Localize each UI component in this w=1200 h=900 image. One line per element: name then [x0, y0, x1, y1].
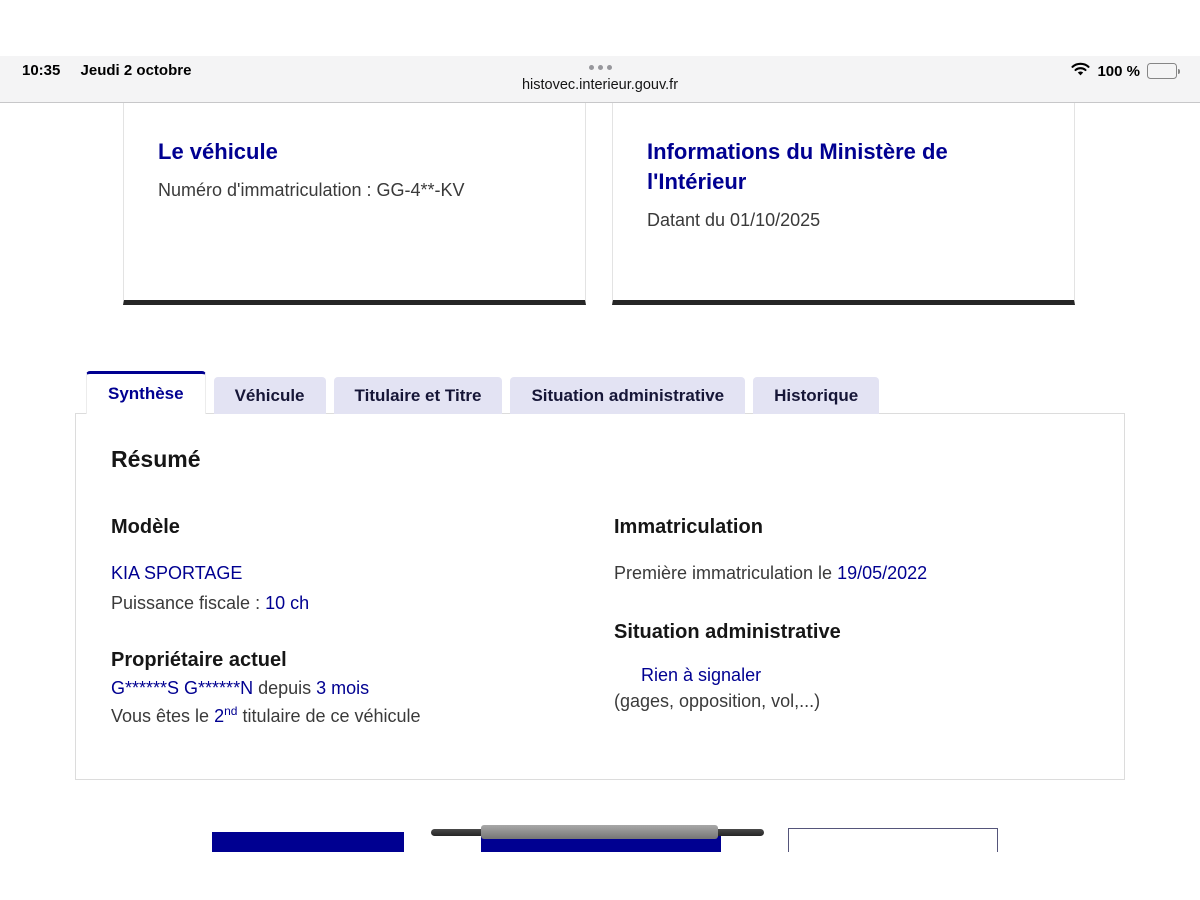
dot: [589, 65, 594, 70]
fiscal-power-value: 10 ch: [265, 593, 309, 613]
tab-titulaire-et-titre[interactable]: Titulaire et Titre: [334, 377, 503, 414]
fiscal-power-line: Puissance fiscale : 10 ch: [111, 593, 309, 614]
admin-status-note: (gages, opposition, vol,...): [614, 691, 820, 712]
battery-icon: [1147, 63, 1180, 79]
first-registration-label: Première immatriculation le: [614, 563, 837, 583]
panel-title: Résumé: [111, 446, 200, 473]
holder-line: Vous êtes le 2nd titulaire de ce véhicul…: [111, 704, 421, 727]
owner-heading: Propriétaire actuel: [111, 649, 287, 672]
url-bar[interactable]: histovec.interieur.gouv.fr: [0, 77, 1200, 93]
status-right: 100 %: [1071, 62, 1180, 80]
holder-prefix: Vous êtes le: [111, 706, 214, 726]
tab-historique[interactable]: Historique: [753, 377, 879, 414]
ministry-card-title: Informations du Ministère de l'Intérieur: [647, 137, 977, 197]
ipad-safari-screenshot: 10:35 Jeudi 2 octobre histovec.interieur…: [0, 0, 1200, 900]
fiscal-power-label: Puissance fiscale :: [111, 593, 265, 613]
vehicle-card-title: Le véhicule: [158, 137, 551, 167]
viewport-bottom-margin: [0, 852, 1200, 900]
wifi-icon: [1071, 62, 1090, 80]
holder-ordinal: nd: [224, 704, 237, 718]
dot: [598, 65, 603, 70]
vehicle-card: Le véhicule Numéro d'immatriculation : G…: [123, 103, 586, 305]
admin-status-value: Rien à signaler: [641, 665, 761, 686]
holder-number: 2: [214, 706, 224, 726]
dot: [607, 65, 612, 70]
ministry-card: Informations du Ministère de l'Intérieur…: [612, 103, 1075, 305]
tab-bar: Synthèse Véhicule Titulaire et Titre Sit…: [86, 371, 879, 414]
battery-percent: 100 %: [1097, 63, 1140, 80]
synthese-panel: Résumé Modèle KIA SPORTAGE Puissance fis…: [75, 413, 1125, 780]
owner-name: G******S G******N: [111, 678, 253, 698]
status-bar: 10:35 Jeudi 2 octobre histovec.interieur…: [0, 56, 1200, 103]
data-date: Datant du 01/10/2025: [647, 210, 1040, 231]
tab-synthese[interactable]: Synthèse: [86, 371, 206, 414]
tab-situation-administrative[interactable]: Situation administrative: [510, 377, 745, 414]
first-registration-line: Première immatriculation le 19/05/2022: [614, 563, 927, 584]
horizontal-scrollbar-thumb[interactable]: [481, 825, 718, 839]
admin-status-heading: Situation administrative: [614, 621, 841, 644]
model-value: KIA SPORTAGE: [111, 563, 242, 584]
multitasking-dots-icon[interactable]: [0, 65, 1200, 70]
registration-heading: Immatriculation: [614, 516, 763, 539]
model-heading: Modèle: [111, 516, 180, 539]
registration-number: Numéro d'immatriculation : GG-4**-KV: [158, 180, 551, 201]
holder-suffix: titulaire de ce véhicule: [237, 706, 420, 726]
owner-since-label: depuis: [253, 678, 316, 698]
first-registration-date: 19/05/2022: [837, 563, 927, 583]
owner-line: G******S G******N depuis 3 mois: [111, 678, 369, 699]
owner-since-value: 3 mois: [316, 678, 369, 698]
tab-vehicule[interactable]: Véhicule: [214, 377, 326, 414]
